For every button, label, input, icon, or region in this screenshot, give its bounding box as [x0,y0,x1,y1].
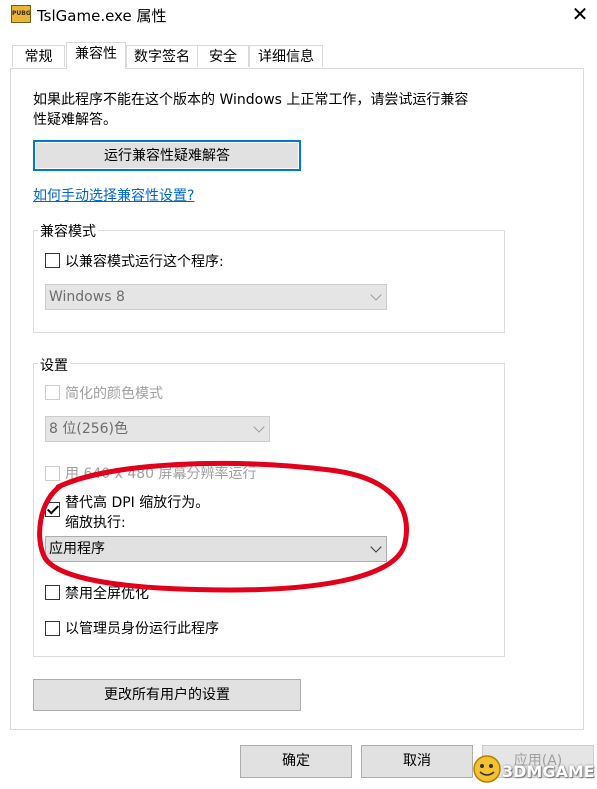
run-as-admin-label: 以管理员身份运行此程序 [65,621,219,637]
intro-line-1: 如果此程序不能在这个版本的 Windows 上正常工作，请尝试运行兼容 [33,92,469,108]
compat-mode-checkbox[interactable] [45,253,60,268]
watermark: 3DMGAME [470,752,595,786]
scaling-value: 应用程序 [49,541,105,557]
reduced-color-label: 简化的颜色模式 [65,386,163,402]
compat-mode-group [33,230,505,333]
color-mode-value: 8 位(256)色 [49,421,129,437]
disable-fullscreen-opt-checkbox[interactable] [45,585,60,600]
high-dpi-override-label: 替代高 DPI 缩放行为。 [65,495,210,511]
manual-settings-link[interactable]: 如何手动选择兼容性设置? [33,185,194,205]
os-version-value: Windows 8 [49,289,125,305]
chevron-down-icon [253,421,265,433]
os-version-select[interactable]: Windows 8 [45,284,387,310]
color-mode-select[interactable]: 8 位(256)色 [45,416,270,442]
disable-fullscreen-opt-label: 禁用全屏优化 [65,586,149,602]
low-res-label: 用 640 x 480 屏幕分辨率运行 [65,466,257,482]
scaling-performed-label: 缩放执行: [65,515,126,531]
watermark-logo-icon [473,755,501,783]
panel-content: 如果此程序不能在这个版本的 Windows 上正常工作，请尝试运行兼容 性疑难解… [0,0,597,789]
low-res-checkbox[interactable] [45,466,60,481]
chevron-down-icon [370,289,382,301]
settings-group-label: 设置 [38,355,70,375]
watermark-text: 3DMGAME [502,762,595,781]
intro-text: 如果此程序不能在这个版本的 Windows 上正常工作，请尝试运行兼容 性疑难解… [33,90,513,130]
high-dpi-override-checkbox[interactable] [45,502,60,517]
scaling-select[interactable]: 应用程序 [45,536,387,562]
run-as-admin-checkbox[interactable] [45,621,60,636]
run-troubleshooter-button[interactable]: 运行兼容性疑难解答 [33,140,301,171]
reduced-color-checkbox[interactable] [45,385,60,400]
chevron-down-icon [370,541,382,553]
intro-line-2: 性疑难解答。 [33,112,117,128]
compat-mode-checkbox-label: 以兼容模式运行这个程序: [65,254,224,270]
change-all-users-button[interactable]: 更改所有用户的设置 [33,679,301,711]
compat-mode-group-label: 兼容模式 [38,221,98,241]
